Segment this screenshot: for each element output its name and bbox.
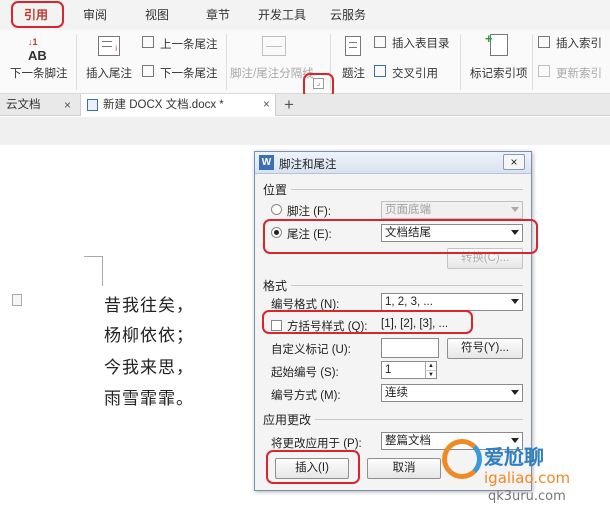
insert-table-toc-button[interactable]: 插入表目录 (392, 35, 450, 51)
prev-endnote-button[interactable]: 上一条尾注 (160, 36, 218, 52)
new-tab-icon[interactable]: + (284, 94, 294, 116)
table-toc-icon (374, 36, 386, 48)
ribbon-divider (460, 34, 461, 90)
watermark-url: igaliao.com (484, 469, 571, 487)
insert-endnote-button[interactable]: 插入尾注 (86, 65, 132, 81)
highlight-references-tab (11, 1, 64, 28)
update-index-button[interactable]: 更新索引 (556, 65, 602, 81)
document-line: 今我来思， (104, 358, 194, 378)
watermark-logo: 爱尬聊 igaliao.com qk3uru.com (440, 435, 610, 511)
next-endnote-button[interactable]: 下一条尾注 (160, 65, 218, 81)
ribbon-divider (76, 34, 77, 90)
footnote-location-select[interactable]: 页面底端 (381, 201, 523, 219)
apply-to-value: 整篇文档 (385, 435, 431, 447)
close-icon[interactable]: × (64, 94, 71, 116)
dialog-title-bar: W 脚注和尾注 × (255, 152, 531, 174)
numbering-label: 编号方式 (M): (271, 390, 341, 402)
section-divider (291, 189, 523, 190)
next-footnote-icon: ↓1 AB (28, 37, 47, 63)
stepper-up-icon[interactable]: ▲ (425, 362, 436, 370)
tab-cloud-service[interactable]: 云服务 (330, 6, 366, 23)
tab-review[interactable]: 审阅 (83, 6, 107, 23)
tab-cloud-docs[interactable]: 云文档 (6, 94, 41, 116)
app-logo-icon: W (259, 155, 274, 170)
tab-active-document-label: 新建 DOCX 文档.docx * (103, 99, 224, 111)
tab-active-document[interactable]: 新建 DOCX 文档.docx * × (80, 94, 276, 116)
apply-section-label: 应用更改 (263, 413, 312, 427)
position-section-label: 位置 (263, 183, 288, 197)
highlight-insert-button (266, 450, 360, 484)
mark-index-button[interactable]: 标记索引项 (470, 65, 528, 81)
prev-endnote-icon (142, 36, 154, 48)
number-format-value: 1, 2, 3, ... (385, 296, 433, 308)
chevron-down-icon (511, 207, 519, 212)
tab-chapter[interactable]: 章节 (206, 6, 230, 23)
stepper-down-icon[interactable]: ▼ (425, 370, 436, 378)
next-endnote-icon (142, 65, 154, 77)
close-icon[interactable]: × (503, 154, 525, 170)
ribbon-divider (226, 34, 227, 90)
footnote-location-value: 页面底端 (385, 204, 431, 216)
cancel-button[interactable]: 取消 (367, 458, 441, 479)
update-index-icon (538, 65, 550, 77)
number-format-select[interactable]: 1, 2, 3, ... (381, 293, 523, 311)
cross-reference-button[interactable]: 交叉引用 (392, 65, 438, 81)
section-divider (315, 419, 523, 420)
format-section-label: 格式 (263, 279, 288, 293)
numbering-value: 连续 (385, 387, 408, 399)
ribbon-tab-bar: 引用 审阅 视图 章节 开发工具 云服务 (0, 0, 610, 30)
start-at-value: 1 (385, 364, 392, 376)
highlight-endnote-row (263, 219, 538, 254)
custom-mark-input[interactable] (381, 338, 439, 358)
section-divider (291, 285, 523, 286)
footnote-radio[interactable] (271, 204, 282, 215)
document-icon (87, 99, 98, 111)
document-line: 昔我往矣， (104, 296, 194, 316)
insert-index-button[interactable]: 插入索引 (556, 35, 602, 51)
chevron-down-icon (511, 390, 519, 395)
dialog-title: 脚注和尾注 (279, 159, 337, 171)
highlight-bracket-style (262, 310, 473, 334)
note-separator-icon (262, 36, 286, 56)
ribbon-divider (532, 34, 533, 90)
margin-marker (102, 256, 103, 286)
insert-index-icon (538, 36, 550, 48)
chevron-down-icon (511, 299, 519, 304)
custom-mark-label: 自定义标记 (U): (271, 344, 351, 356)
close-icon[interactable]: × (263, 94, 270, 116)
caption-button[interactable]: 题注 (342, 65, 365, 81)
watermark-ring-icon (442, 439, 482, 479)
paragraph-options-icon[interactable] (12, 294, 22, 306)
document-line: 雨雪霏霏。 (104, 389, 194, 409)
next-footnote-button[interactable]: 下一条脚注 (10, 65, 68, 81)
footnote-label: 脚注 (F): (287, 206, 332, 218)
margin-marker (84, 256, 103, 257)
tab-developer[interactable]: 开发工具 (258, 6, 306, 23)
start-at-label: 起始编号 (S): (271, 367, 339, 379)
document-line: 杨柳依依； (104, 326, 194, 346)
tab-view[interactable]: 视图 (145, 6, 169, 23)
mark-index-icon: + (485, 31, 508, 56)
watermark-subtext: qk3uru.com (488, 489, 566, 504)
document-tab-bar: 云文档 × 新建 DOCX 文档.docx * × + (0, 94, 610, 116)
start-at-stepper[interactable]: 1 ▲ ▼ (381, 361, 437, 379)
cross-reference-icon (374, 65, 386, 77)
note-separator-button[interactable]: 脚注/尾注分隔线 (230, 65, 314, 81)
document-margin-area (0, 117, 610, 145)
insert-endnote-icon: i (98, 36, 120, 56)
symbol-button[interactable]: 符号(Y)... (447, 338, 523, 359)
numbering-select[interactable]: 连续 (381, 384, 523, 402)
apply-to-label: 将更改应用于 (P): (271, 438, 362, 450)
watermark-title: 爱尬聊 (484, 445, 544, 469)
caption-icon (345, 36, 361, 56)
